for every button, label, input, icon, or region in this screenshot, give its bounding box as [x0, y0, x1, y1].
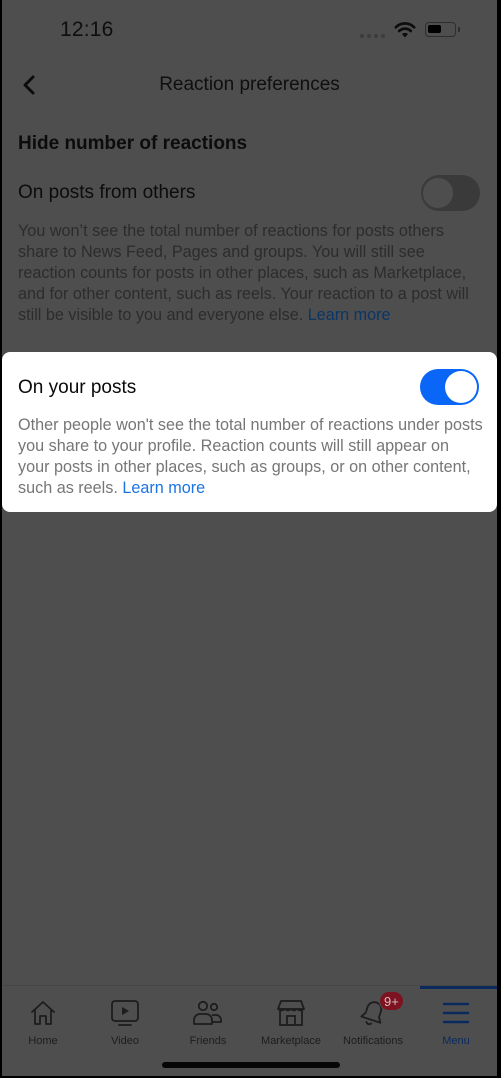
toggle-posts-from-others[interactable] — [421, 175, 480, 211]
cellular-signal-icon — [360, 34, 385, 38]
tab-label: Video — [111, 1035, 139, 1047]
learn-more-link[interactable]: Learn more — [122, 479, 205, 497]
setting-description-posts-from-others: You won’t see the total number of reacti… — [18, 221, 484, 326]
setting-description-your-posts: Other people won't see the total number … — [18, 415, 484, 499]
highlighted-setting-card: On your posts Other people won't see the… — [2, 352, 497, 512]
battery-cap — [458, 27, 460, 32]
tab-label: Notifications — [343, 1035, 403, 1047]
home-indicator[interactable] — [162, 1062, 340, 1068]
active-tab-indicator — [420, 986, 497, 989]
learn-more-link[interactable]: Learn more — [308, 306, 391, 324]
screen: 12:16 Reaction preferences Hide number o… — [2, 0, 497, 1078]
battery-icon — [425, 22, 456, 37]
description-text: You won’t see the total number of reacti… — [18, 222, 469, 324]
tab-label: Friends — [189, 1035, 227, 1047]
tab-label: Home — [28, 1035, 58, 1047]
marketplace-icon — [277, 1000, 305, 1026]
toggle-knob — [445, 371, 477, 403]
status-time: 12:16 — [60, 18, 114, 41]
menu-icon — [442, 1002, 470, 1024]
navigation-bar: Reaction preferences — [2, 62, 497, 108]
description-text: Other people won't see the total number … — [18, 416, 483, 497]
setting-label-posts-from-others: On posts from others — [18, 182, 196, 203]
toggle-knob — [422, 177, 454, 209]
toggle-your-posts[interactable] — [420, 369, 479, 405]
page-title: Reaction preferences — [159, 74, 340, 95]
friends-icon — [193, 1000, 222, 1025]
status-bar: 12:16 — [2, 0, 497, 60]
home-icon — [31, 1001, 55, 1025]
video-icon — [111, 1000, 139, 1026]
wifi-icon — [394, 22, 416, 38]
setting-label-your-posts: On your posts — [18, 377, 137, 398]
tab-label: Menu — [442, 1035, 470, 1047]
section-title: Hide number of reactions — [18, 133, 248, 154]
notifications-badge: 9+ — [379, 991, 404, 1011]
tab-label: Marketplace — [261, 1035, 321, 1047]
